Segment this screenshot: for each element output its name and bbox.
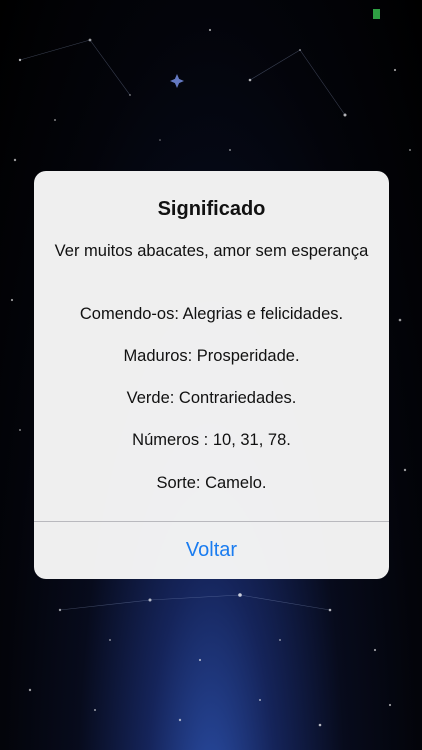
status-indicator [373,9,380,19]
alert-message-line: Verde: Contrariedades. [126,389,297,407]
alert-message-line: Números : 10, 31, 78. [132,431,291,449]
alert-message-line: Maduros: Prosperidade. [123,347,300,365]
alert-message-line: Ver muitos abacates, amor sem esperança [54,242,369,260]
alert-message-line: Sorte: Camelo. [156,474,267,492]
back-button[interactable]: Voltar [34,522,389,579]
alert-dialog: Significado Ver muitos abacates, amor se… [34,171,389,579]
alert-title: Significado [157,198,266,220]
alert-message-line: Comendo-os: Alegrias e felicidades. [79,305,344,323]
